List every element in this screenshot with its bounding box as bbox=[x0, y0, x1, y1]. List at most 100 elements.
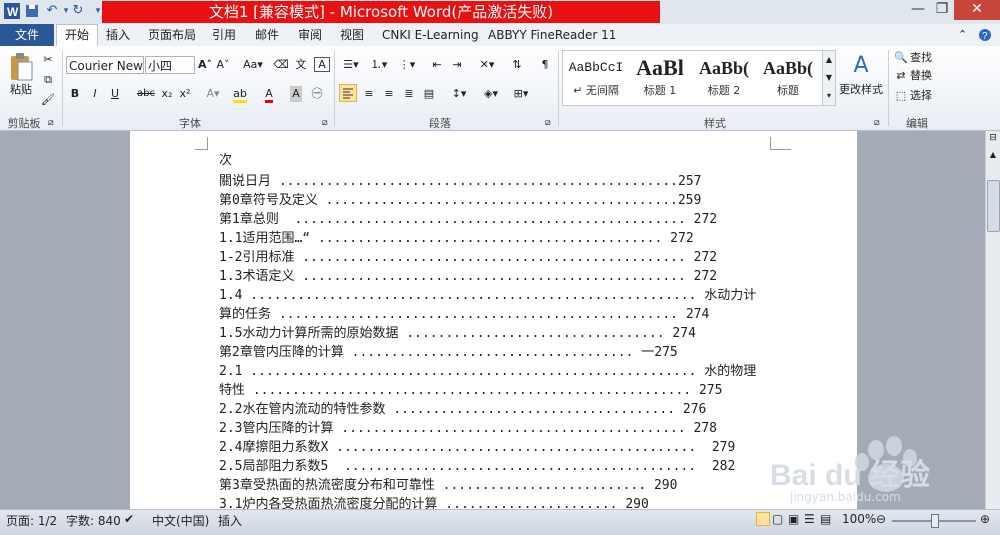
bullets-icon[interactable]: ☰▾ bbox=[340, 57, 362, 73]
multilevel-list-icon[interactable]: ⋮▾ bbox=[396, 57, 418, 73]
character-shading-icon[interactable]: A bbox=[290, 86, 302, 102]
line-spacing-icon[interactable]: ↕▾ bbox=[448, 86, 470, 102]
styles-group-label: 样式 bbox=[704, 117, 726, 130]
toc-line: 2.2水在管内流动的特性参数 .........................… bbox=[219, 402, 707, 417]
zoom-in-icon[interactable]: ⊕ bbox=[980, 512, 990, 526]
italic-button[interactable]: I bbox=[88, 86, 102, 102]
close-button[interactable]: ✕ bbox=[954, 0, 1000, 20]
tab-abbyy[interactable]: ABBYY FineReader 11 bbox=[488, 24, 616, 46]
draft-view-icon[interactable]: ▤ bbox=[820, 512, 831, 526]
change-styles-icon[interactable]: A bbox=[848, 52, 874, 80]
toc-line: 1.4 ....................................… bbox=[219, 288, 757, 303]
change-case-icon[interactable]: Aa▾ bbox=[242, 57, 264, 73]
zoom-out-icon[interactable]: ⊖ bbox=[876, 512, 886, 526]
maximize-button[interactable]: ❐ bbox=[930, 0, 954, 20]
align-center-icon[interactable]: ≡ bbox=[362, 86, 376, 102]
paragraph-launcher-icon[interactable]: ⧄ bbox=[545, 115, 551, 131]
word-app-icon[interactable]: W bbox=[4, 3, 20, 19]
tab-home[interactable]: 开始 bbox=[56, 24, 98, 47]
strikethrough-button[interactable]: abc bbox=[136, 86, 156, 102]
full-screen-view-icon[interactable]: ▢ bbox=[772, 512, 783, 526]
tab-review[interactable]: 审阅 bbox=[298, 24, 322, 46]
superscript-button[interactable]: x² bbox=[178, 86, 192, 102]
font-size-combo[interactable]: 小四 bbox=[145, 56, 195, 74]
style-heading-2[interactable]: AaBb( 标题 2 bbox=[692, 52, 756, 102]
scroll-up-icon[interactable]: ▲ bbox=[988, 150, 998, 159]
zoom-slider-thumb[interactable] bbox=[931, 514, 939, 528]
select-icon[interactable]: ⬚ bbox=[894, 88, 908, 104]
align-right-icon[interactable]: ≡ bbox=[382, 86, 396, 102]
highlight-color-icon[interactable]: ab bbox=[230, 86, 250, 103]
minimize-button[interactable]: — bbox=[906, 0, 930, 20]
find-button[interactable]: 查找 bbox=[910, 50, 932, 66]
paste-button[interactable]: 粘贴 bbox=[8, 82, 34, 98]
redo-icon[interactable]: ↻ bbox=[70, 3, 86, 19]
font-color-icon[interactable]: A bbox=[260, 86, 278, 103]
bold-button[interactable]: B bbox=[68, 86, 82, 102]
tab-page-layout[interactable]: 页面布局 bbox=[148, 24, 196, 46]
toc-line: 2.5局部阻力系数5 .............................… bbox=[219, 459, 736, 474]
sort-icon[interactable]: ⇅ bbox=[510, 57, 524, 73]
text-effects-icon[interactable]: A▾ bbox=[204, 86, 222, 102]
save-icon[interactable] bbox=[24, 3, 40, 19]
justify-icon[interactable]: ≣ bbox=[402, 86, 416, 102]
style-title[interactable]: AaBb( 标题 bbox=[756, 52, 820, 102]
clipboard-launcher-icon[interactable]: ⧄ bbox=[48, 115, 54, 131]
select-button[interactable]: 选择 bbox=[910, 88, 932, 104]
style-name: 标题 2 bbox=[707, 84, 741, 97]
ruler-toggle-icon[interactable]: ⊟ bbox=[988, 133, 998, 143]
help-icon[interactable]: ? bbox=[978, 24, 992, 46]
web-layout-view-icon[interactable]: ▣ bbox=[788, 512, 799, 526]
toc-line: 3.1炉内各受热面热流密度分配的计算 .....................… bbox=[219, 497, 649, 509]
find-icon[interactable]: 🔍 bbox=[894, 50, 908, 66]
tab-references[interactable]: 引用 bbox=[212, 24, 236, 46]
show-marks-icon[interactable]: ¶ bbox=[538, 57, 552, 73]
increase-indent-icon[interactable]: ⇥ bbox=[450, 57, 464, 73]
tab-view[interactable]: 视图 bbox=[340, 24, 364, 46]
font-launcher-icon[interactable]: ⧄ bbox=[322, 115, 328, 131]
paste-icon[interactable] bbox=[8, 52, 34, 82]
font-name-combo[interactable]: Courier New bbox=[66, 56, 144, 74]
tab-file[interactable]: 文件 bbox=[0, 24, 54, 46]
shrink-font-icon[interactable]: A˅ bbox=[216, 57, 230, 73]
borders-icon[interactable]: ⊞▾ bbox=[510, 86, 532, 102]
phonetic-guide-icon[interactable]: 文 bbox=[294, 57, 308, 73]
page-indicator[interactable]: 页面: 1/2 bbox=[6, 512, 57, 529]
numbering-icon[interactable]: ⒈▾ bbox=[368, 57, 390, 73]
ribbon-minimize-icon[interactable]: ⌃ bbox=[958, 24, 967, 46]
style-no-spacing[interactable]: AaBbCcI ↵ 无间隔 bbox=[564, 52, 628, 102]
styles-scroll[interactable]: ▲ ▼ ▾ bbox=[822, 50, 836, 106]
replace-button[interactable]: 替换 bbox=[910, 68, 932, 84]
underline-button[interactable]: U bbox=[108, 86, 122, 102]
outline-view-icon[interactable]: ☰ bbox=[804, 512, 815, 526]
character-border-icon[interactable]: A bbox=[314, 57, 330, 72]
style-heading-1[interactable]: AaBl 标题 1 bbox=[628, 52, 692, 102]
cut-icon[interactable]: ✂ bbox=[38, 52, 58, 68]
distributed-icon[interactable]: ▤ bbox=[422, 86, 436, 102]
shading-icon[interactable]: ◈▾ bbox=[480, 86, 502, 102]
insert-mode[interactable]: 插入 bbox=[218, 512, 242, 529]
decrease-indent-icon[interactable]: ⇤ bbox=[430, 57, 444, 73]
style-name: 标题 1 bbox=[643, 84, 677, 97]
tab-insert[interactable]: 插入 bbox=[106, 24, 130, 46]
subscript-button[interactable]: x₂ bbox=[160, 86, 174, 102]
zoom-level[interactable]: 100% bbox=[842, 512, 876, 526]
proofing-icon[interactable]: ✔ bbox=[124, 512, 134, 526]
chinese-layout-icon[interactable]: ✕▾ bbox=[476, 57, 498, 73]
align-left-button[interactable] bbox=[339, 84, 357, 102]
tab-cnki[interactable]: CNKI E-Learning bbox=[382, 24, 479, 46]
copy-icon[interactable]: ⧉ bbox=[38, 72, 58, 88]
language-indicator[interactable]: 中文(中国) bbox=[152, 512, 209, 529]
toc-line: 1.1适用范围…“ ..............................… bbox=[219, 231, 694, 246]
tab-mailings[interactable]: 邮件 bbox=[255, 24, 279, 46]
print-layout-view-icon[interactable] bbox=[756, 512, 770, 526]
word-count[interactable]: 字数: 840 bbox=[66, 512, 121, 529]
grow-font-icon[interactable]: A˄ bbox=[198, 57, 212, 73]
styles-launcher-icon[interactable]: ⧄ bbox=[874, 115, 880, 131]
change-styles-button[interactable]: 更改样式 bbox=[836, 82, 886, 98]
format-painter-icon[interactable]: 🖌 bbox=[38, 92, 58, 108]
clear-formatting-icon[interactable]: ⌫ bbox=[272, 57, 290, 73]
enclose-characters-icon[interactable]: ㊀ bbox=[310, 86, 324, 102]
replace-icon[interactable]: ⇄ bbox=[894, 68, 908, 84]
scrollbar-thumb[interactable] bbox=[987, 180, 1000, 232]
